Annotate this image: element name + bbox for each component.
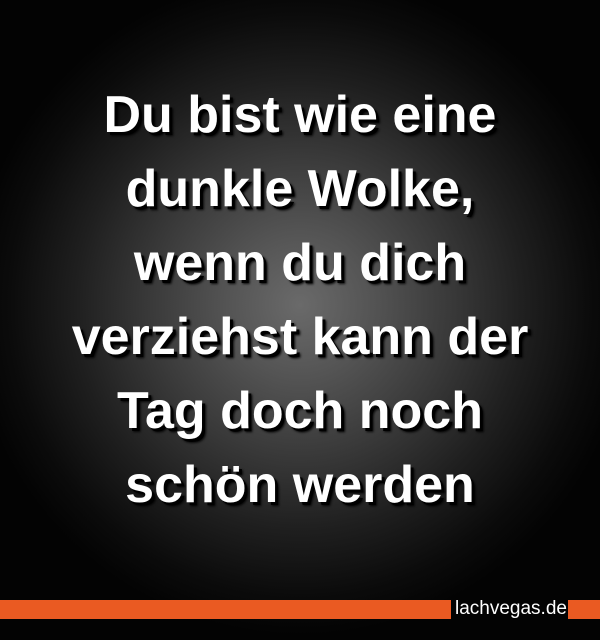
footer-accent-bar-left <box>0 600 451 619</box>
quote-line-4: verziehst kann der <box>71 308 529 366</box>
quote-line-2: dunkle Wolke, <box>125 160 475 218</box>
quote-line-6: schön werden <box>125 456 475 514</box>
quote-line-5: Tag doch noch <box>117 382 483 440</box>
quote-line-1: Du bist wie eine <box>103 86 497 144</box>
brand-watermark: lachvegas.de <box>455 598 567 619</box>
meme-card: Du bist wie eine dunkle Wolke, wenn du d… <box>0 0 600 640</box>
footer-accent-bar-right <box>568 600 600 619</box>
quote-line-3: wenn du dich <box>133 234 467 292</box>
quote-text: Du bist wie eine dunkle Wolke, wenn du d… <box>0 78 600 522</box>
